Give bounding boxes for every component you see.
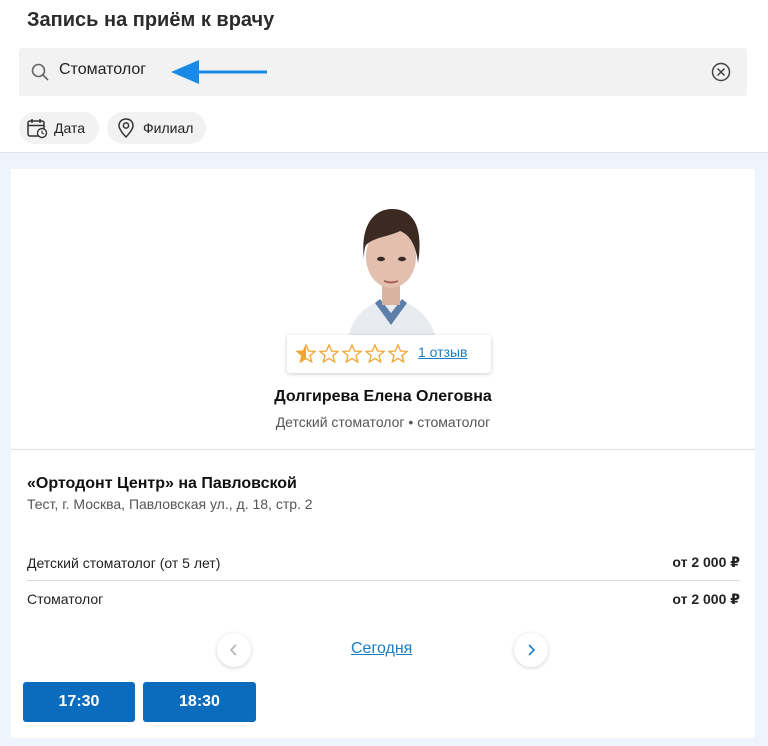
calendar-icon bbox=[27, 119, 48, 139]
service-name: Стоматолог bbox=[27, 591, 104, 607]
filter-date-chip[interactable]: Дата bbox=[19, 112, 99, 144]
star-icon bbox=[296, 344, 316, 363]
divider bbox=[11, 449, 755, 450]
service-name: Детский стоматолог (от 5 лет) bbox=[27, 554, 221, 571]
location-pin-icon bbox=[118, 118, 134, 139]
service-row: Детский стоматолог (от 5 лет) от 2 000 ₽ bbox=[27, 545, 740, 581]
clear-icon[interactable] bbox=[711, 62, 731, 82]
service-price: от 2 000 ₽ bbox=[672, 590, 740, 607]
service-price: от 2 000 ₽ bbox=[672, 554, 740, 570]
filter-branch-label: Филиал bbox=[143, 120, 194, 136]
prev-day-button[interactable] bbox=[217, 633, 251, 667]
filter-date-label: Дата bbox=[54, 120, 86, 136]
chevron-left-icon bbox=[229, 644, 237, 656]
clinic-address: Тест, г. Москва, Павловская ул., д. 18, … bbox=[27, 496, 313, 512]
clinic-name: «Ортодонт Центр» на Павловской bbox=[27, 475, 297, 492]
filter-branch-chip[interactable]: Филиал bbox=[107, 112, 206, 144]
service-row: Стоматолог от 2 000 ₽ bbox=[27, 581, 740, 617]
search-input[interactable]: Стоматолог bbox=[59, 61, 146, 79]
doctor-specialty: Детский стоматолог • стоматолог bbox=[275, 414, 491, 430]
search-bar[interactable]: Стоматолог bbox=[19, 48, 747, 96]
reviews-link[interactable]: 1 отзыв bbox=[418, 344, 468, 360]
rating-box: 1 отзыв bbox=[287, 335, 491, 373]
doctor-name: Долгирева Елена Олеговна bbox=[274, 388, 492, 405]
star-icon bbox=[365, 344, 385, 363]
star-icon bbox=[319, 344, 339, 363]
header-area: Запись на приём к врачу Стоматолог Дата bbox=[0, 0, 768, 153]
day-selector-link[interactable]: Сегодня bbox=[351, 640, 412, 658]
time-slot-button[interactable]: 17:30 bbox=[23, 682, 135, 722]
next-day-button[interactable] bbox=[514, 633, 548, 667]
star-icon bbox=[388, 344, 408, 363]
doctor-photo bbox=[330, 201, 452, 339]
star-icon bbox=[342, 344, 362, 363]
annotation-arrow-icon bbox=[171, 60, 267, 84]
search-icon bbox=[31, 63, 49, 81]
doctor-card: 1 отзыв Долгирева Елена Олеговна Детский… bbox=[11, 169, 755, 738]
rating-stars bbox=[296, 344, 408, 363]
chevron-right-icon bbox=[528, 644, 536, 656]
time-slot-button[interactable]: 18:30 bbox=[143, 682, 256, 722]
page-title: Запись на приём к врачу bbox=[27, 9, 275, 31]
